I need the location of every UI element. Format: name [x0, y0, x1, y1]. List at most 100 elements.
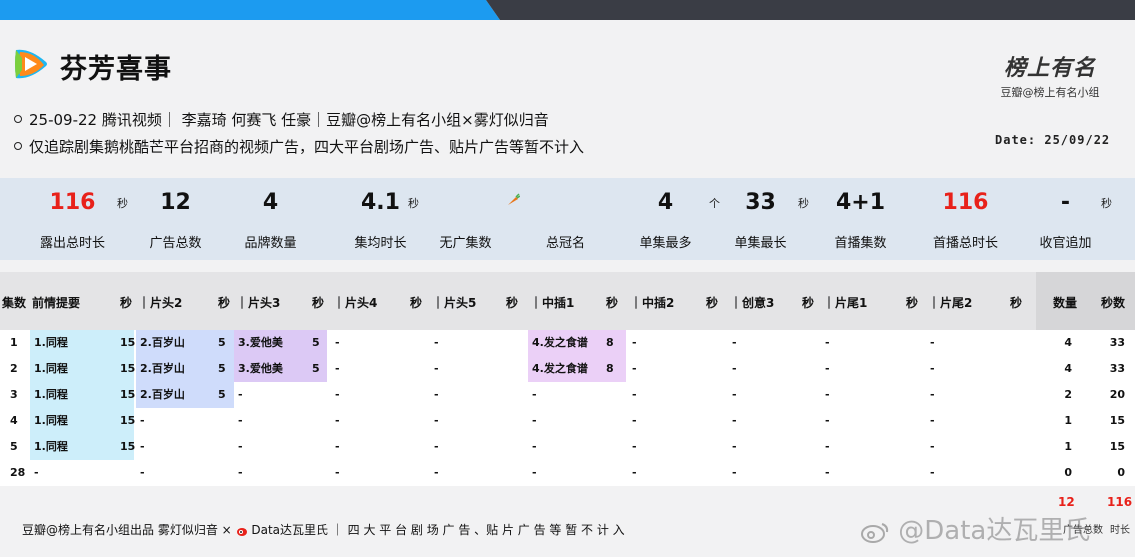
stat-premiere-duration: 116 首播总时长 — [918, 178, 1013, 260]
stat-label: 无广集数 — [439, 236, 492, 251]
info-line-1-text: 25-09-22 腾讯视频｜ 李嘉琦 何赛飞 任豪｜豆瓣@榜上有名小组×雾灯似归… — [29, 111, 549, 129]
table-row: 3 1.同程 15 2.百岁山 5- - - - - - - -2 20 — [0, 382, 1135, 408]
row-seconds: 33 — [1109, 336, 1125, 349]
stat-brand-count: 4 品牌数量 — [223, 178, 318, 260]
stat-longest-episode: 33 秒 单集最长 — [713, 178, 809, 260]
row-count: 1 — [1064, 440, 1072, 453]
stat-label: 广告总数 — [149, 236, 202, 251]
ad-cell: 2.百岁山 — [140, 362, 185, 375]
table-row: 4 1.同程 15- - - - - - - - -1 15 — [0, 408, 1135, 434]
row-seconds: 15 — [1109, 440, 1125, 453]
bullet-circle-icon — [14, 114, 22, 123]
ad-cell: - — [632, 362, 637, 375]
ad-cell: 4.发之食谱 — [532, 336, 588, 349]
stat-title-sponsor: 总冠名 — [518, 178, 613, 260]
total-seconds: 116 — [1107, 495, 1133, 509]
table-header: 集数 前情提要 秒 ｜片头2 秒 ｜片头3 秒 ｜片头4 秒 ｜片头5 秒 ｜中插1 秒 ｜中插2 秒 ｜创… — [0, 272, 1135, 330]
header-sec-1: 秒 — [218, 296, 231, 310]
row-count: 0 — [1064, 466, 1072, 479]
stat-avg-duration: 4.1 秒 集均时长 — [333, 178, 428, 260]
stat-unit: 秒 — [798, 197, 809, 210]
stat-label: 首播总时长 — [932, 236, 998, 251]
ad-cell: - — [238, 414, 243, 427]
ad-cell: 2.百岁山 — [140, 336, 185, 349]
ad-cell: - — [930, 440, 935, 453]
ad-seconds: 5 — [312, 362, 320, 375]
ad-seconds: 15 — [120, 440, 136, 453]
brand-subtitle: 豆瓣@榜上有名小组 — [1000, 86, 1100, 99]
header-sec-9: 秒 — [1010, 296, 1023, 310]
ad-cell: - — [930, 466, 935, 479]
ad-cell: - — [732, 414, 737, 427]
ad-cell: 1.同程 — [34, 414, 68, 427]
ad-cell: - — [825, 440, 830, 453]
ad-cell: 1.同程 — [34, 440, 68, 453]
ad-cell: - — [732, 388, 737, 401]
ad-cell: - — [140, 466, 145, 479]
stat-label: 单集最多 — [639, 236, 692, 251]
header-col-4: ｜片头5 — [432, 296, 477, 310]
ad-cell: - — [434, 440, 439, 453]
stat-label: 首播集数 — [834, 236, 887, 251]
row-count: 1 — [1064, 414, 1072, 427]
ad-cell: - — [825, 362, 830, 375]
weibo-watermark-icon — [861, 522, 889, 543]
ad-cell: - — [335, 388, 340, 401]
brand-script-logo: 榜上有名 — [1003, 55, 1096, 81]
episode-number: 28 — [10, 466, 26, 479]
info-line-2: 仅追踪剧集鹅桃酷芒平台招商的视频广告，四大平台剧场广告、贴片广告等暂不计入 — [14, 136, 584, 157]
stat-value: 12 — [160, 190, 191, 215]
ad-cell: - — [532, 466, 537, 479]
table-row: 1 1.同程 15 2.百岁山 5 3.爱他美 5 - - 4.发之食谱 8 - - - - 4 33 — [0, 330, 1135, 356]
footer-credit-text-2: Data达瓦里氏 ｜ 四 大 平 台 剧 场 广 告 、贴 片 广 告 等 暂 … — [251, 523, 625, 537]
header-col-9: ｜片尾2 — [928, 296, 973, 310]
ad-seconds: 5 — [218, 388, 226, 401]
header-col-0: 前情提要 — [32, 296, 81, 310]
ad-cell: 4.发之食谱 — [532, 362, 588, 375]
stat-label: 单集最长 — [734, 236, 787, 251]
row-seconds: 20 — [1109, 388, 1125, 401]
episode-number: 1 — [10, 336, 18, 349]
footer-credit: 豆瓣@榜上有名小组出品 雾灯似归音 × Data达瓦里氏 ｜ 四 大 平 台 剧… — [22, 521, 625, 538]
date-label: Date: 25/09/22 — [995, 133, 1111, 147]
ad-cell: - — [632, 388, 637, 401]
header-sec-8: 秒 — [906, 296, 919, 310]
ad-cell: 2.百岁山 — [140, 388, 185, 401]
episode-number: 2 — [10, 362, 18, 375]
stat-label: 品牌数量 — [244, 236, 297, 251]
tencent-video-logo-icon — [15, 49, 47, 79]
ad-seconds: 5 — [218, 362, 226, 375]
ad-seconds: 5 — [218, 336, 226, 349]
header-col-3: ｜片头4 — [333, 296, 378, 310]
header-col-5: ｜中插1 — [530, 296, 575, 310]
stat-finale-addition: - 秒 收官追加 — [1018, 178, 1113, 260]
episode-number: 4 — [10, 414, 18, 427]
ad-seconds: 5 — [312, 336, 320, 349]
table-row: 28- - - - - - - - - -0 0 — [0, 460, 1135, 486]
ad-cell: - — [335, 466, 340, 479]
row-seconds: 15 — [1109, 414, 1125, 427]
ad-cell: - — [434, 362, 439, 375]
header-col-1: ｜片头2 — [138, 296, 183, 310]
header-count: 数量 — [1053, 296, 1078, 310]
ad-cell: - — [632, 440, 637, 453]
episode-number: 3 — [10, 388, 18, 401]
watermark-text: @Data达瓦里氏 — [898, 516, 1091, 546]
header-sec-7: 秒 — [802, 296, 815, 310]
stat-value: 33 — [745, 190, 776, 215]
stat-label: 总冠名 — [545, 236, 585, 251]
row-seconds: 0 — [1117, 466, 1125, 479]
ad-cell: - — [335, 336, 340, 349]
ad-cell: - — [732, 440, 737, 453]
row-count: 4 — [1064, 336, 1072, 349]
row-count: 2 — [1064, 388, 1072, 401]
stat-label: 集均时长 — [354, 236, 407, 251]
ad-cell: - — [434, 336, 439, 349]
stat-unit: 秒 — [117, 197, 128, 210]
stat-value: 4 — [262, 190, 279, 215]
total-count: 12 — [1058, 495, 1075, 509]
ad-cell: - — [532, 414, 537, 427]
stat-unit: 秒 — [1101, 197, 1112, 210]
header-sec-2: 秒 — [312, 296, 325, 310]
show-title: 芬芳喜事 — [60, 54, 172, 85]
